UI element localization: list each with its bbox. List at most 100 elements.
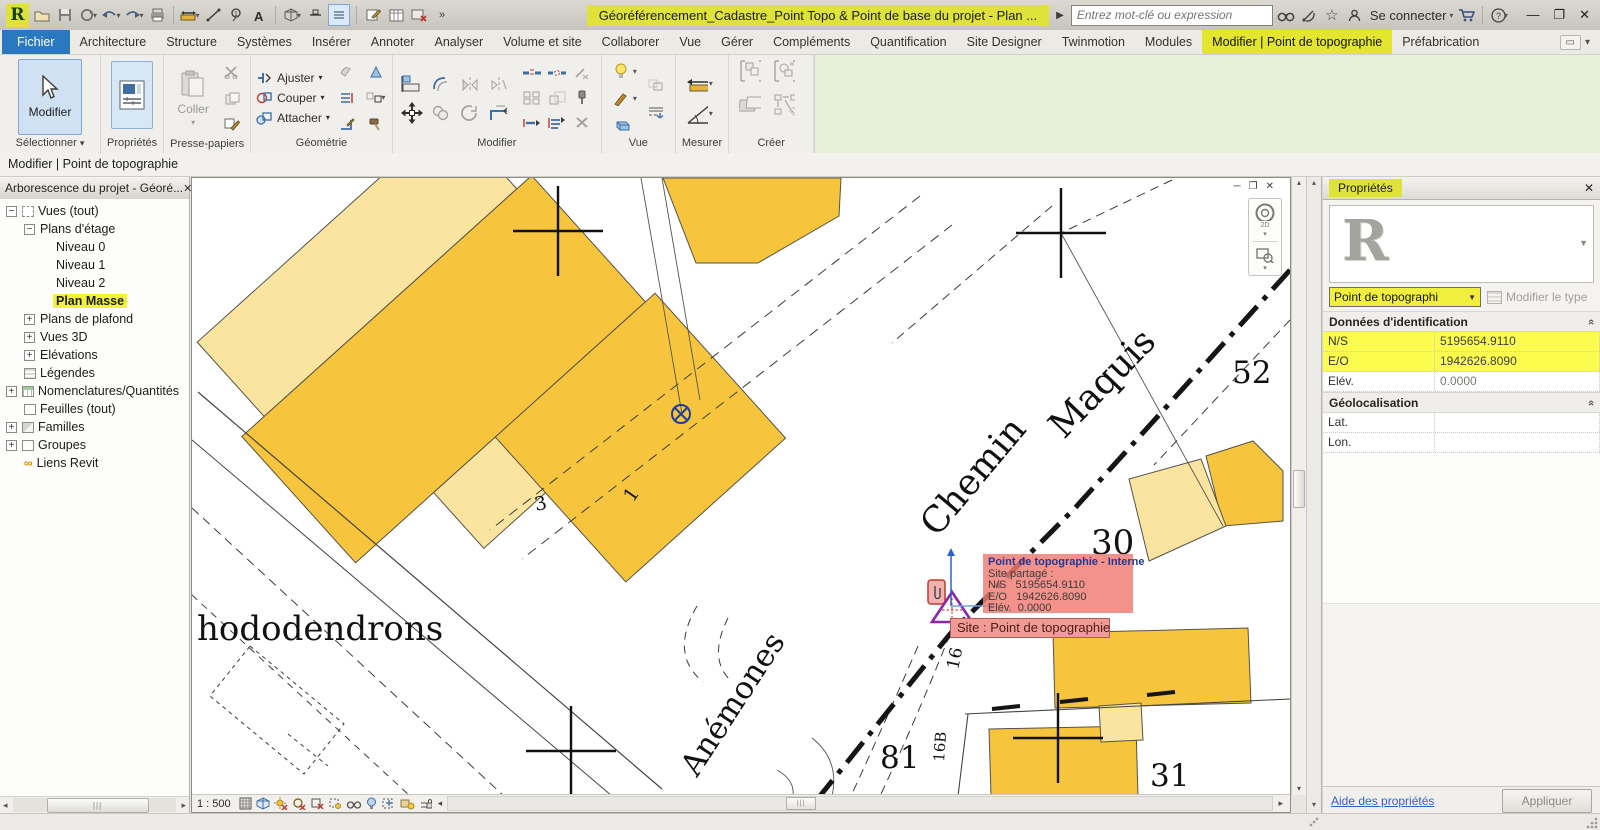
create-assembly-icon[interactable] <box>739 95 762 115</box>
match-type-icon[interactable] <box>221 114 243 134</box>
drawing-area[interactable]: hododendrons 3 1 Anémones Chemin Maquis … <box>191 177 1291 813</box>
dropdown-arrow-icon[interactable]: ▾ <box>709 79 713 88</box>
property-row-lon[interactable]: Lon. <box>1323 433 1600 453</box>
dropdown-arrow-icon[interactable]: ▾ <box>93 11 97 20</box>
scroll-down-icon[interactable]: ▾ <box>1292 783 1306 795</box>
worksharing-display-icon[interactable] <box>400 797 415 811</box>
detail-level-icon[interactable] <box>238 797 253 811</box>
align-icon[interactable] <box>401 74 423 94</box>
cut-icon[interactable] <box>221 62 243 82</box>
tree-item-legendes[interactable]: Légendes <box>0 364 189 382</box>
tab-modifier-point-topographie[interactable]: Modifier | Point de topographie <box>1202 30 1393 54</box>
tab-collaborer[interactable]: Collaborer <box>592 30 670 54</box>
property-row-eo[interactable]: E/O 1942626.8090 <box>1323 352 1600 372</box>
copy-element-icon[interactable] <box>430 103 452 123</box>
properties-help-link[interactable]: Aide des propriétés <box>1331 794 1434 808</box>
tree-item-plans-etage[interactable]: − Plans d'étage <box>0 220 189 238</box>
collapse-chevron-icon[interactable]: « <box>1585 399 1597 405</box>
scrollbar-thumb[interactable] <box>1293 470 1305 508</box>
cart-icon[interactable] <box>1456 5 1476 25</box>
tree-item-plans-plafond[interactable]: + Plans de plafond <box>0 310 189 328</box>
tab-volume-et-site[interactable]: Volume et site <box>493 30 592 54</box>
dropdown-arrow-icon[interactable]: ▾ <box>1504 11 1508 20</box>
building-s-pale[interactable] <box>1098 702 1144 743</box>
tree-item-vues-3d[interactable]: + Vues 3D <box>0 328 189 346</box>
measure-icon[interactable]: ▾ <box>180 5 200 25</box>
expand-icon[interactable]: + <box>24 331 35 343</box>
property-row-elev[interactable]: Elév. 0.0000 <box>1323 372 1600 392</box>
create-similar-icon[interactable] <box>773 60 796 82</box>
tree-item-niveau-1[interactable]: Niveau 1 <box>0 256 189 274</box>
panel-caption-vue[interactable]: Vue <box>602 136 675 153</box>
chevron-down-icon[interactable]: ▼ <box>1468 293 1476 302</box>
create-parts-icon[interactable] <box>773 94 796 116</box>
revit-logo[interactable]: R <box>6 3 29 27</box>
dropdown-arrow-icon[interactable]: ▾ <box>1263 264 1267 272</box>
scrollbar-thumb[interactable]: ||| <box>46 798 149 813</box>
offset-icon[interactable] <box>430 74 452 94</box>
scroll-left-icon[interactable]: ◂ <box>436 798 445 809</box>
cope-button[interactable]: Ajuster ▾ <box>256 70 330 85</box>
mirror-axis-icon[interactable] <box>459 74 481 94</box>
close-icon[interactable]: ✕ <box>1584 181 1594 195</box>
rotate-icon[interactable] <box>459 103 481 123</box>
title-arrow-icon[interactable]: ▶ <box>1056 10 1064 21</box>
sketch-icon[interactable] <box>363 5 383 25</box>
scroll-left-icon[interactable]: ◂ <box>0 800 11 811</box>
view-scale[interactable]: 1 : 500 <box>197 798 231 810</box>
temporary-hide-icon[interactable] <box>364 797 379 811</box>
tree-item-plan-masse[interactable]: Plan Masse <box>0 292 189 310</box>
tab-annoter[interactable]: Annoter <box>361 30 425 54</box>
dropdown-arrow-icon[interactable]: ▾ <box>320 93 324 102</box>
tab-twinmotion[interactable]: Twinmotion <box>1052 30 1135 54</box>
tab-gerer[interactable]: Gérer <box>711 30 763 54</box>
more-chevron-icon[interactable]: » <box>432 5 452 25</box>
property-value[interactable]: 1942626.8090 <box>1435 352 1600 371</box>
scroll-right-icon[interactable]: ▸ <box>1276 798 1285 809</box>
pin-clip-icon[interactable] <box>927 579 946 605</box>
interference-lock-icon[interactable] <box>418 797 433 811</box>
tab-modules[interactable]: Modules <box>1135 30 1202 54</box>
collapse-icon[interactable]: − <box>24 223 35 235</box>
properties-palette-button[interactable] <box>111 61 153 129</box>
scroll-right-icon[interactable]: ▸ <box>178 800 189 811</box>
schedule-icon[interactable] <box>386 5 406 25</box>
angle-dimension-icon[interactable] <box>686 104 708 124</box>
panel-caption-proprietes[interactable]: Propriétés <box>101 136 163 153</box>
site-plan-map[interactable]: hododendrons 3 1 Anémones Chemin Maquis … <box>192 178 1290 796</box>
crop-view-off-icon[interactable] <box>310 797 325 811</box>
paint-icon[interactable] <box>336 62 358 82</box>
tree-item-elevations[interactable]: + Elévations <box>0 346 189 364</box>
edit-type-button[interactable]: Modifier le type <box>1487 290 1587 304</box>
default-3d-view-icon[interactable]: ▾ <box>282 5 302 25</box>
ribbon-collapse-icon[interactable]: ▭ <box>1559 34 1581 50</box>
demolish-icon[interactable]: ▾ <box>365 88 387 108</box>
tab-complements[interactable]: Compléments <box>763 30 860 54</box>
trim-corner-icon[interactable] <box>488 103 510 123</box>
section-icon[interactable] <box>305 5 325 25</box>
ribbon-collapse-arrow-icon[interactable]: ▾ <box>1585 37 1590 48</box>
properties-scroll-strip[interactable]: ▴ ▾ <box>1306 177 1322 813</box>
minimize-icon[interactable]: — <box>1526 7 1539 23</box>
dropdown-arrow-icon[interactable]: ▾ <box>80 138 85 148</box>
dropdown-arrow-icon[interactable]: ▾ <box>195 11 199 20</box>
scroll-up-icon[interactable]: ▴ <box>1292 177 1306 189</box>
shadows-off-icon[interactable] <box>292 797 307 811</box>
hide-box-icon[interactable] <box>610 116 632 136</box>
panel-caption-selectionner[interactable]: Sélectionner ▾ <box>0 136 100 153</box>
create-group-icon[interactable] <box>739 60 762 82</box>
tab-vue[interactable]: Vue <box>669 30 711 54</box>
unjoin-icon[interactable] <box>571 63 593 83</box>
expand-icon[interactable]: + <box>6 421 17 433</box>
mirror-draw-icon[interactable] <box>488 74 510 94</box>
thin-lines-icon[interactable] <box>328 4 350 26</box>
maximize-icon[interactable]: ❐ <box>1553 7 1565 23</box>
property-value[interactable]: 5195654.9110 <box>1435 332 1600 351</box>
dropdown-arrow-icon[interactable]: ▾ <box>1263 230 1267 238</box>
sun-path-off-icon[interactable] <box>274 797 289 811</box>
linework-brush-icon[interactable] <box>610 89 632 109</box>
property-value[interactable]: 0.0000 <box>1435 372 1600 391</box>
wall-joins-icon[interactable] <box>365 62 387 82</box>
section-geolocalisation[interactable]: Géolocalisation « <box>1323 392 1600 413</box>
visual-style-icon[interactable] <box>256 797 271 811</box>
